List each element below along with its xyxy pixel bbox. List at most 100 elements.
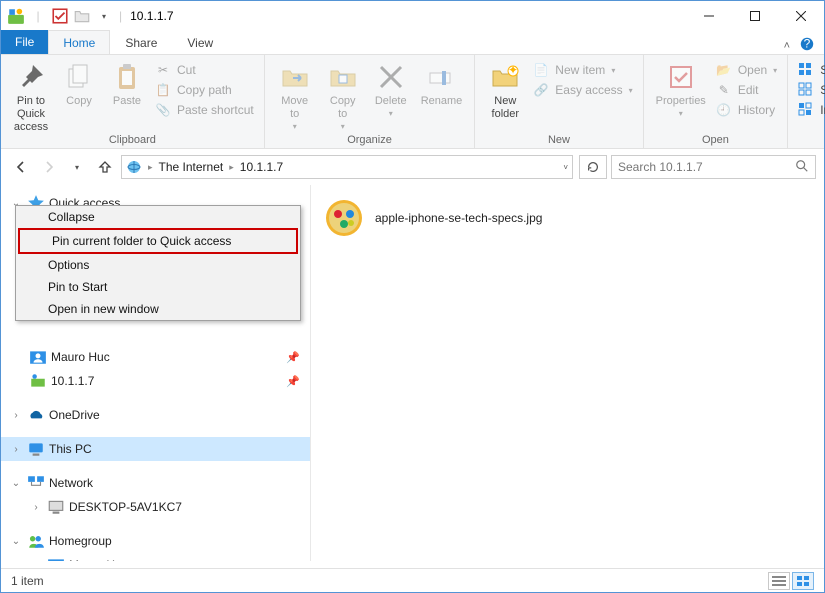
forward-button[interactable]	[37, 155, 61, 179]
chevron-down-icon: ▾	[629, 86, 633, 95]
collapse-icon[interactable]: ⌄	[9, 536, 23, 547]
copy-button[interactable]: Copy	[55, 57, 103, 108]
group-label: Open	[650, 134, 782, 148]
large-icons-view-button[interactable]	[792, 572, 814, 590]
expand-icon[interactable]: ›	[9, 444, 23, 455]
window-title: 10.1.1.7	[122, 9, 686, 23]
up-button[interactable]	[93, 155, 117, 179]
cut-icon: ✂	[155, 62, 171, 78]
group-label: Organize	[271, 134, 469, 148]
svg-text:?: ?	[804, 37, 811, 51]
user-folder-icon	[47, 556, 65, 561]
back-button[interactable]	[9, 155, 33, 179]
rename-icon	[426, 61, 458, 93]
properties-qat-icon[interactable]	[51, 7, 69, 25]
delete-button[interactable]: Delete▾	[367, 57, 415, 118]
svg-text:✦: ✦	[508, 63, 518, 77]
paste-icon	[111, 61, 143, 93]
search-placeholder: Search 10.1.1.7	[618, 160, 703, 174]
chevron-right-icon[interactable]: ▸	[146, 162, 155, 173]
address-dropdown[interactable]: ˅	[563, 163, 568, 172]
select-none-button[interactable]: Select none	[796, 81, 825, 99]
network-location-icon	[29, 372, 47, 390]
delete-icon	[375, 61, 407, 93]
chevron-down-icon: ▾	[389, 109, 393, 118]
chevron-right-icon[interactable]: ▸	[227, 162, 236, 173]
tree-item-ip[interactable]: 10.1.1.7 📌	[1, 369, 310, 393]
minimize-button[interactable]	[686, 1, 732, 31]
new-folder-qat-icon[interactable]	[73, 7, 91, 25]
user-folder-icon	[29, 348, 47, 366]
chevron-down-icon: ▾	[611, 66, 615, 75]
tree-this-pc[interactable]: › This PC	[1, 437, 310, 461]
open-button[interactable]: 📂Open ▾	[714, 61, 779, 79]
rename-button[interactable]: Rename	[415, 57, 469, 108]
address-root-icon	[126, 159, 142, 175]
refresh-button[interactable]	[579, 155, 607, 179]
maximize-button[interactable]	[732, 1, 778, 31]
select-all-button[interactable]: Select all	[796, 61, 825, 79]
onedrive-icon	[27, 406, 45, 424]
recent-dropdown[interactable]: ▾	[65, 155, 89, 179]
file-item[interactable]: apple-iphone-se-tech-specs.jpg	[323, 197, 812, 239]
invert-selection-button[interactable]: Invert selection	[796, 101, 825, 119]
properties-button[interactable]: Properties▾	[650, 57, 712, 118]
tree-network[interactable]: ⌄ Network	[1, 471, 310, 495]
tree-onedrive[interactable]: › OneDrive	[1, 403, 310, 427]
new-item-button[interactable]: 📄New item ▾	[531, 61, 634, 79]
easy-access-button[interactable]: 🔗Easy access ▾	[531, 81, 634, 99]
ribbon-group-organize: Move to▾ Copy to▾ Delete▾ Rename Organiz…	[265, 55, 476, 148]
tree-item-desktop[interactable]: › DESKTOP-5AV1KC7	[1, 495, 310, 519]
history-icon: 🕘	[716, 102, 732, 118]
address-bar[interactable]: ▸ The Internet ▸ 10.1.1.7 ˅	[121, 155, 573, 179]
close-button[interactable]	[778, 1, 824, 31]
tree-item-mauro-hg[interactable]: › Mauro Huc	[1, 553, 310, 561]
menu-collapse[interactable]: Collapse	[16, 206, 300, 228]
navigation-bar: ▾ ▸ The Internet ▸ 10.1.1.7 ˅ Search 10.…	[1, 149, 824, 185]
paste-button[interactable]: Paste	[103, 57, 151, 108]
file-name: apple-iphone-se-tech-specs.jpg	[375, 211, 542, 225]
context-menu: Collapse Pin current folder to Quick acc…	[15, 205, 301, 321]
menu-open-new-window[interactable]: Open in new window	[16, 298, 300, 320]
search-icon	[795, 159, 809, 176]
qat-dropdown-icon[interactable]: ▾	[95, 7, 113, 25]
share-tab[interactable]: Share	[110, 30, 172, 54]
copy-to-button[interactable]: Copy to▾	[319, 57, 367, 131]
address-segment[interactable]: The Internet	[159, 160, 224, 174]
content-pane[interactable]: apple-iphone-se-tech-specs.jpg	[311, 185, 824, 561]
menu-options[interactable]: Options	[16, 254, 300, 276]
pin-quick-access-button[interactable]: Pin to Quick access	[7, 57, 55, 134]
home-tab[interactable]: Home	[48, 30, 110, 54]
new-folder-button[interactable]: ✦ New folder	[481, 57, 529, 121]
menu-pin-start[interactable]: Pin to Start	[16, 276, 300, 298]
paste-shortcut-button[interactable]: 📎Paste shortcut	[153, 101, 256, 119]
expand-icon[interactable]: ›	[9, 410, 23, 421]
group-label: Clipboard	[7, 134, 258, 148]
window-controls	[686, 1, 824, 31]
history-button[interactable]: 🕘History	[714, 101, 779, 119]
details-view-button[interactable]	[768, 572, 790, 590]
tree-homegroup[interactable]: ⌄ Homegroup	[1, 529, 310, 553]
collapse-icon[interactable]: ⌄	[9, 478, 23, 489]
properties-icon	[665, 61, 697, 93]
menu-pin-current[interactable]: Pin current folder to Quick access	[18, 228, 298, 254]
explorer-icon	[7, 7, 25, 25]
invert-icon	[798, 102, 814, 118]
address-segment[interactable]: 10.1.1.7	[240, 160, 283, 174]
help-icon[interactable]: ?	[800, 37, 814, 54]
edit-button[interactable]: ✎Edit	[714, 81, 779, 99]
tree-item-mauro[interactable]: Mauro Huc 📌	[1, 345, 310, 369]
move-to-button[interactable]: Move to▾	[271, 57, 319, 131]
ribbon-collapse-icon[interactable]: ˄	[784, 40, 790, 52]
copy-path-button[interactable]: 📋Copy path	[153, 81, 256, 99]
chevron-down-icon: ▾	[293, 122, 297, 131]
search-input[interactable]: Search 10.1.1.7	[611, 155, 816, 179]
expand-icon[interactable]: ›	[29, 502, 43, 513]
view-tab[interactable]: View	[172, 30, 228, 54]
file-tab[interactable]: File	[1, 30, 48, 54]
pin-icon	[15, 61, 47, 93]
expand-icon[interactable]: ›	[29, 560, 43, 562]
cut-button[interactable]: ✂Cut	[153, 61, 256, 79]
select-none-icon	[798, 82, 814, 98]
chevron-down-icon: ▾	[773, 66, 777, 75]
